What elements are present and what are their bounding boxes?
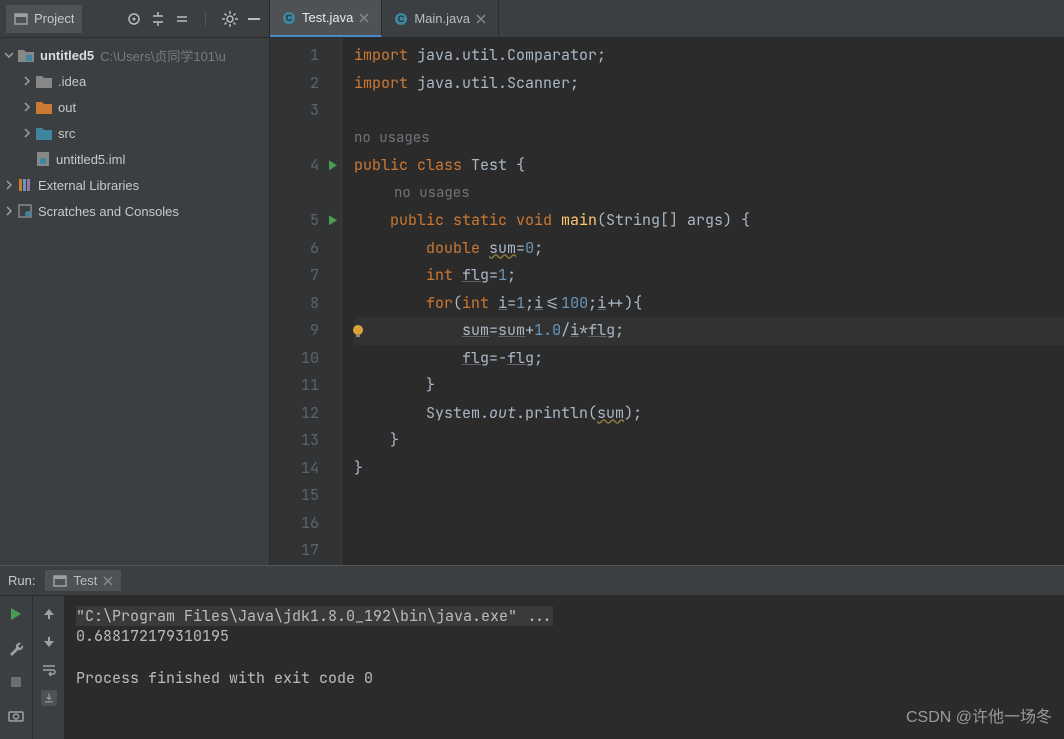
usage-hint[interactable]: no usages [354,180,1064,208]
run-panel-label: Run: [8,573,35,588]
tree-folder-idea[interactable]: .idea [0,68,269,94]
console-exit-line: Process finished with exit code 0 [76,668,1052,688]
line-number[interactable]: 7 [270,262,341,290]
run-toolbar-secondary [32,596,64,739]
line-number[interactable]: 12 [270,400,341,428]
collapse-all-icon[interactable] [173,10,191,28]
project-tool-tab[interactable]: Project [6,5,82,33]
line-number[interactable]: 4 [270,152,341,180]
tree-label: src [58,126,75,141]
run-gutter-icon[interactable] [328,207,338,235]
console-line: 0.688172179310195 [76,626,1052,646]
chevron-right-icon [22,102,32,112]
line-number[interactable]: 10 [270,345,341,373]
project-sidebar-header: Project [0,0,269,38]
usage-hint[interactable]: no usages [354,125,1064,153]
scroll-to-end-icon[interactable] [41,690,57,706]
tab-label: Main.java [414,11,470,26]
editor-area: C Test.java C Main.java 1 2 3 4 5 6 7 [270,0,1064,565]
intention-bulb-icon[interactable] [350,323,366,339]
run-tab-label: Test [73,573,97,588]
editor-tabs: C Test.java C Main.java [270,0,1064,38]
up-arrow-icon[interactable] [41,606,57,622]
run-toolbar-primary [0,596,32,739]
libraries-icon [18,178,32,192]
line-number[interactable]: 5 [270,207,341,235]
tree-root-path: C:\Users\贞同学101\u [100,46,226,65]
run-panel-header: Run: Test [0,566,1064,596]
code-content[interactable]: import java.util.Comparator; import java… [342,38,1064,565]
java-class-icon: C [282,11,296,25]
folder-icon [36,100,52,114]
line-number[interactable]: 15 [270,482,341,510]
run-panel: Run: Test "C:\Program Files\Java\jdk1.8.… [0,565,1064,739]
down-arrow-icon[interactable] [41,634,57,650]
minimize-icon[interactable] [245,10,263,28]
line-number[interactable]: 1 [270,42,341,70]
folder-icon [36,74,52,88]
tab-main-java[interactable]: C Main.java [382,0,499,37]
line-number[interactable]: 2 [270,70,341,98]
run-gutter-icon[interactable] [328,152,338,180]
chevron-down-icon [4,50,14,60]
scratches-icon [18,204,32,218]
java-class-icon: C [394,12,408,26]
run-config-icon [53,574,67,588]
chevron-right-icon [4,206,14,216]
run-tab[interactable]: Test [45,570,121,591]
line-number[interactable]: 11 [270,372,341,400]
tree-scratches[interactable]: Scratches and Consoles [0,198,269,224]
line-number[interactable]: 13 [270,427,341,455]
chevron-right-icon [22,76,32,86]
tree-label: untitled5.iml [56,152,125,167]
tab-label: Test.java [302,10,353,25]
gear-icon[interactable] [221,10,239,28]
chevron-right-icon [4,180,14,190]
project-tool-title: Project [34,11,74,26]
chevron-right-icon [22,128,32,138]
project-icon [14,12,28,26]
close-icon[interactable] [476,14,486,24]
iml-file-icon [36,152,50,166]
tree-label: out [58,100,76,115]
line-number[interactable]: 14 [270,455,341,483]
line-number[interactable]: 3 [270,97,341,125]
line-number[interactable]: 6 [270,235,341,263]
rerun-icon[interactable] [8,606,24,622]
line-number[interactable]: 9 [270,317,341,345]
tree-label: External Libraries [38,178,139,193]
tree-folder-src[interactable]: src [0,120,269,146]
console-command: "C:\Program Files\Java\jdk1.8.0_192\bin\… [76,606,553,626]
project-sidebar: Project untitled5 C:\Users\贞同学101\u .ide… [0,0,270,565]
close-icon[interactable] [103,576,113,586]
tree-file-iml[interactable]: untitled5.iml [0,146,269,172]
line-number[interactable]: 16 [270,510,341,538]
divider-icon [197,10,215,28]
src-folder-icon [36,126,52,140]
project-tree[interactable]: untitled5 C:\Users\贞同学101\u .idea out sr… [0,38,269,228]
editor-body[interactable]: 1 2 3 4 5 6 7 8 9 10 11 12 13 14 15 16 1… [270,38,1064,565]
camera-icon[interactable] [8,708,24,724]
svg-text:C: C [398,14,405,24]
tree-label: .idea [58,74,86,89]
soft-wrap-icon[interactable] [41,662,57,678]
expand-all-icon[interactable] [149,10,167,28]
module-folder-icon [18,48,34,62]
tree-folder-out[interactable]: out [0,94,269,120]
select-target-icon[interactable] [125,10,143,28]
tab-test-java[interactable]: C Test.java [270,0,382,37]
line-number[interactable]: 8 [270,290,341,318]
tree-root-label: untitled5 [40,48,94,63]
console-output[interactable]: "C:\Program Files\Java\jdk1.8.0_192\bin\… [64,596,1064,739]
wrench-icon[interactable] [8,640,24,656]
close-icon[interactable] [359,13,369,23]
svg-text:C: C [286,13,293,23]
gutter[interactable]: 1 2 3 4 5 6 7 8 9 10 11 12 13 14 15 16 1… [270,38,342,565]
tree-external-libraries[interactable]: External Libraries [0,172,269,198]
stop-icon[interactable] [8,674,24,690]
tree-root[interactable]: untitled5 C:\Users\贞同学101\u [0,42,269,68]
line-number[interactable]: 17 [270,537,341,565]
tree-label: Scratches and Consoles [38,204,179,219]
